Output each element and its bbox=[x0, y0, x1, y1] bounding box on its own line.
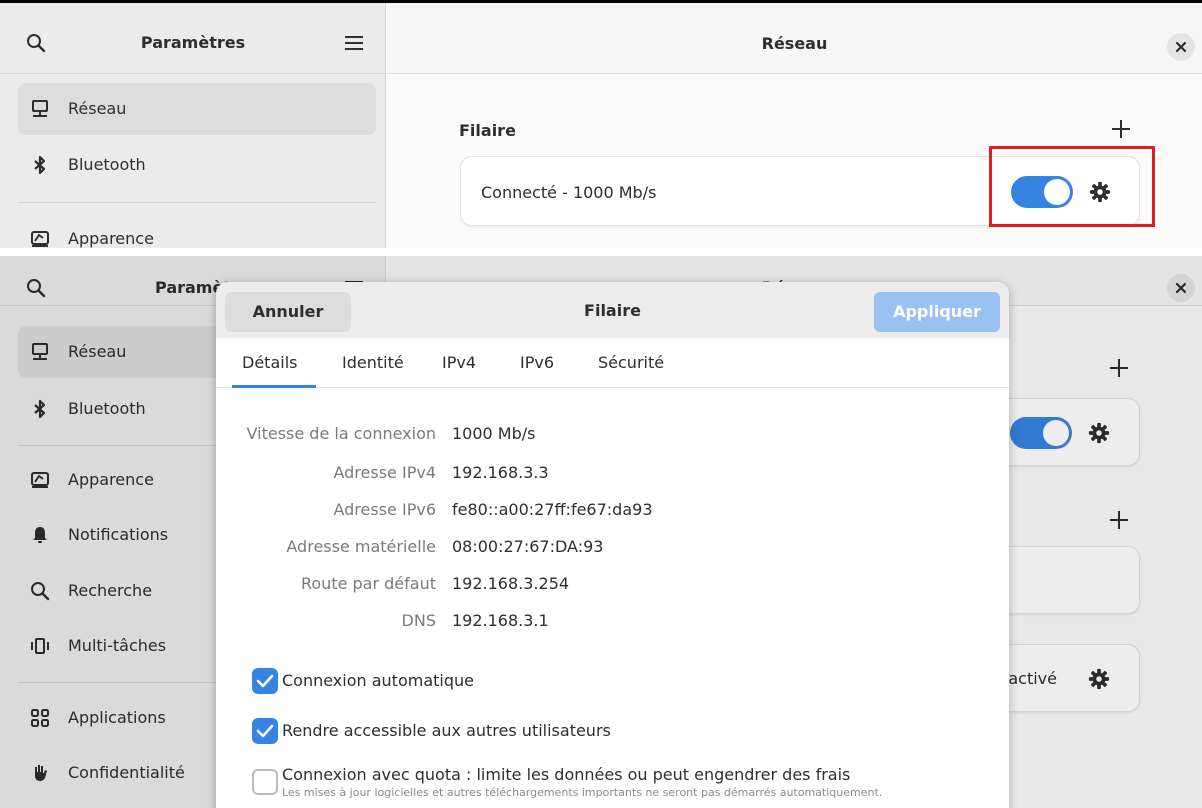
apply-button[interactable]: Appliquer bbox=[874, 292, 1000, 332]
metered-connection-label[interactable]: Connexion avec quota : limite les donnée… bbox=[282, 765, 850, 784]
sidebar-item-bluetooth[interactable]: Bluetooth bbox=[18, 139, 376, 191]
sidebar-item-label: Apparence bbox=[68, 229, 154, 248]
sidebar: Paramètres Réseau Bluetooth Apparence bbox=[0, 3, 386, 248]
sidebar-header: Paramètres bbox=[0, 3, 386, 74]
checkmark-icon bbox=[256, 724, 274, 738]
detail-label-ipv4: Adresse IPv4 bbox=[333, 463, 436, 482]
bluetooth-icon bbox=[34, 155, 46, 175]
dialog-tabs: Détails Identité IPv4 IPv6 Sécurité bbox=[216, 338, 1009, 388]
active-tab-indicator bbox=[232, 385, 316, 388]
sidebar-item-appearance[interactable]: Apparence bbox=[18, 213, 376, 248]
detail-label-speed: Vitesse de la connexion bbox=[246, 424, 436, 443]
tab-ipv6[interactable]: IPv6 bbox=[520, 353, 554, 372]
close-button[interactable] bbox=[1167, 33, 1195, 61]
dialog-header: Annuler Filaire Appliquer bbox=[216, 282, 1009, 338]
tab-details[interactable]: Détails bbox=[242, 353, 297, 372]
wired-settings-dialog: Annuler Filaire Appliquer Détails Identi… bbox=[216, 282, 1009, 808]
detail-value-dns: 192.168.3.1 bbox=[452, 611, 549, 630]
sidebar-separator bbox=[18, 202, 376, 203]
tab-identity[interactable]: Identité bbox=[342, 353, 404, 372]
detail-value-ipv4: 192.168.3.3 bbox=[452, 463, 549, 482]
detail-value-mac: 08:00:27:67:DA:93 bbox=[452, 537, 604, 556]
highlight-annotation-box bbox=[989, 146, 1155, 227]
main-header: Réseau bbox=[387, 3, 1202, 74]
hamburger-menu-icon[interactable] bbox=[345, 35, 363, 51]
tab-ipv4[interactable]: IPv4 bbox=[442, 353, 476, 372]
settings-window-bottom: Paramèt Réseau Bluetooth Apparence Notif… bbox=[0, 256, 1202, 808]
sidebar-item-network[interactable]: Réseau bbox=[18, 83, 376, 135]
wired-status-text: Connecté - 1000 Mb/s bbox=[481, 183, 657, 202]
share-all-users-label[interactable]: Rendre accessible aux autres utilisateur… bbox=[282, 721, 611, 740]
settings-window-top: Paramètres Réseau Bluetooth Apparence Ré… bbox=[0, 0, 1202, 248]
sidebar-item-label: Bluetooth bbox=[68, 155, 146, 174]
metered-connection-checkbox[interactable] bbox=[252, 769, 278, 795]
detail-label-ipv6: Adresse IPv6 bbox=[333, 500, 436, 519]
checkmark-icon bbox=[256, 674, 274, 688]
detail-value-route: 192.168.3.254 bbox=[452, 574, 570, 593]
detail-label-mac: Adresse matérielle bbox=[286, 537, 436, 556]
appearance-icon bbox=[31, 231, 49, 247]
sidebar-item-label: Réseau bbox=[68, 99, 127, 118]
tab-security[interactable]: Sécurité bbox=[598, 353, 664, 372]
sidebar-title: Paramètres bbox=[140, 33, 246, 52]
network-icon bbox=[32, 100, 48, 117]
detail-label-route: Route par défaut bbox=[300, 574, 436, 593]
share-all-users-checkbox[interactable] bbox=[252, 718, 278, 744]
page-title: Réseau bbox=[761, 34, 828, 53]
metered-connection-sublabel: Les mises à jour logicielles et autres t… bbox=[282, 786, 883, 799]
auto-connect-checkbox[interactable] bbox=[252, 668, 278, 694]
auto-connect-label[interactable]: Connexion automatique bbox=[282, 671, 474, 690]
close-icon bbox=[1175, 41, 1187, 53]
detail-value-ipv6: fe80::a00:27ff:fe67:da93 bbox=[452, 500, 653, 519]
add-wired-plus-icon[interactable] bbox=[1109, 117, 1133, 141]
detail-label-dns: DNS bbox=[401, 611, 436, 630]
detail-value-speed: 1000 Mb/s bbox=[452, 424, 536, 443]
section-title-wired: Filaire bbox=[459, 121, 516, 140]
